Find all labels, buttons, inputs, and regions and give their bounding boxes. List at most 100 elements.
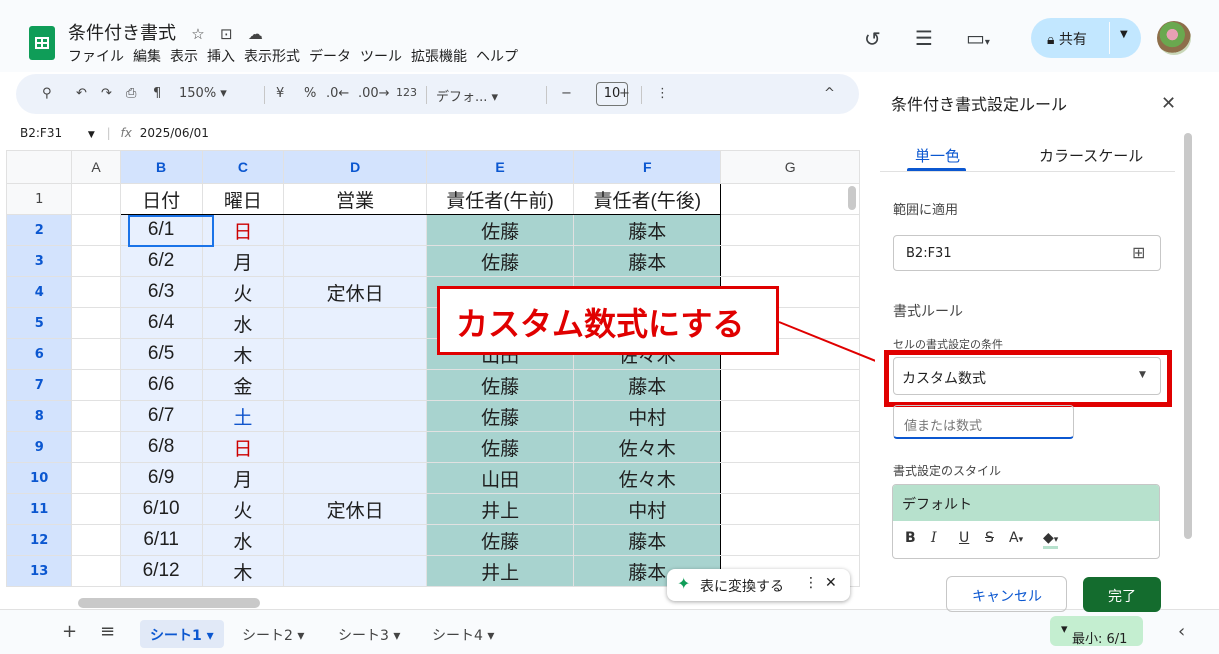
cell[interactable]: 山田 xyxy=(425,462,575,494)
strikethrough-button[interactable]: S xyxy=(985,530,994,546)
cell[interactable]: 佐藤 xyxy=(425,245,575,277)
cell[interactable] xyxy=(720,524,860,556)
cell[interactable] xyxy=(720,214,860,246)
formula-value-input[interactable]: 値または数式 xyxy=(893,405,1074,439)
close-icon[interactable]: ✕ xyxy=(1161,93,1176,114)
cell[interactable] xyxy=(71,307,121,339)
column-header-g[interactable]: G xyxy=(720,150,860,184)
cell[interactable] xyxy=(71,276,121,308)
column-header-b[interactable]: B xyxy=(119,150,203,184)
vertical-scrollbar[interactable] xyxy=(848,186,856,210)
row-header[interactable]: 8 xyxy=(5,400,73,432)
cell[interactable]: 6/4 xyxy=(119,307,203,339)
cell[interactable]: 佐々木 xyxy=(573,431,722,463)
cell[interactable] xyxy=(71,431,121,463)
summary-button[interactable]: 最小: 6/1 ▾ xyxy=(1050,616,1143,647)
menu-view[interactable]: 表示 xyxy=(170,46,198,66)
row-header[interactable]: 4 xyxy=(5,276,73,308)
cell[interactable]: 6/5 xyxy=(119,338,203,370)
cell[interactable]: 6/6 xyxy=(119,369,203,401)
cell[interactable] xyxy=(720,245,860,277)
cell[interactable] xyxy=(720,369,860,401)
cloud-icon[interactable]: ☁ xyxy=(238,25,263,43)
cell[interactable]: 藤本 xyxy=(573,214,722,246)
chevron-down-icon[interactable]: ▼ xyxy=(1120,29,1128,40)
cell[interactable] xyxy=(71,555,121,587)
cell[interactable]: 火 xyxy=(201,276,285,308)
name-box[interactable]: B2:F31 ▼ | fx 2025/06/01 xyxy=(20,126,209,140)
history-icon[interactable]: ↺ xyxy=(864,27,881,51)
cell[interactable] xyxy=(71,524,121,556)
row-header[interactable]: 3 xyxy=(5,245,73,277)
decrease-decimal-button[interactable]: .0← xyxy=(326,86,349,101)
cell[interactable]: 中村 xyxy=(573,493,722,525)
corner-cell[interactable] xyxy=(5,150,73,184)
row-header[interactable]: 9 xyxy=(5,431,73,463)
print-icon[interactable]: ⎙ xyxy=(126,86,136,101)
video-icon[interactable]: ▭▾ xyxy=(966,26,990,50)
cell[interactable]: 6/2 xyxy=(119,245,203,277)
cell[interactable]: 曜日 xyxy=(201,183,285,215)
formula-input[interactable]: 2025/06/01 xyxy=(140,126,209,140)
cell[interactable]: 6/10 xyxy=(119,493,203,525)
cell[interactable]: 中村 xyxy=(573,400,722,432)
cell[interactable] xyxy=(283,338,427,370)
row-header[interactable]: 5 xyxy=(5,307,73,339)
search-icon[interactable]: ⚲ xyxy=(42,86,52,101)
cell[interactable]: 責任者(午前) xyxy=(425,183,575,215)
more-icon[interactable]: ⋮ xyxy=(656,86,669,101)
redo-icon[interactable]: ↷ xyxy=(101,86,112,101)
row-header[interactable]: 2 xyxy=(5,214,73,246)
horizontal-scrollbar[interactable] xyxy=(78,598,260,608)
cell[interactable] xyxy=(71,369,121,401)
cell[interactable]: 水 xyxy=(201,524,285,556)
row-header[interactable]: 13 xyxy=(5,555,73,587)
style-preset-select[interactable]: デフォルト xyxy=(893,485,1159,521)
text-color-button[interactable]: A▾ xyxy=(1009,530,1023,546)
cell[interactable]: 月 xyxy=(201,462,285,494)
grid-select-icon[interactable]: ⊞ xyxy=(1132,243,1145,262)
close-icon[interactable]: ✕ xyxy=(825,575,837,591)
font-size-increase-button[interactable]: + xyxy=(619,86,630,101)
menu-format[interactable]: 表示形式 xyxy=(244,46,300,66)
cell[interactable]: 佐藤 xyxy=(425,214,575,246)
column-header-a[interactable]: A xyxy=(71,150,121,184)
convert-label[interactable]: 表に変換する xyxy=(700,576,784,596)
row-header[interactable]: 11 xyxy=(5,493,73,525)
cancel-button[interactable]: キャンセル xyxy=(946,576,1067,612)
cell[interactable] xyxy=(283,431,427,463)
cell[interactable]: 佐藤 xyxy=(425,524,575,556)
cell[interactable] xyxy=(720,431,860,463)
menu-help[interactable]: ヘルプ xyxy=(476,46,518,66)
cell[interactable]: 責任者(午後) xyxy=(573,183,722,215)
cell[interactable]: 6/7 xyxy=(119,400,203,432)
cell[interactable] xyxy=(283,214,427,246)
row-header[interactable]: 6 xyxy=(5,338,73,370)
cell[interactable]: 6/11 xyxy=(119,524,203,556)
increase-decimal-button[interactable]: .00→ xyxy=(358,86,390,101)
done-button[interactable]: 完了 xyxy=(1083,577,1161,612)
tab-sheet1[interactable]: シート1 ▾ xyxy=(140,620,224,648)
cell[interactable]: 火 xyxy=(201,493,285,525)
cell[interactable] xyxy=(71,245,121,277)
font-select[interactable]: デフォ... ▾ xyxy=(436,86,498,105)
undo-icon[interactable]: ↶ xyxy=(76,86,87,101)
menu-file[interactable]: ファイル xyxy=(68,46,124,66)
comment-icon[interactable]: ☰ xyxy=(915,26,933,50)
cell[interactable] xyxy=(720,400,860,432)
cell[interactable]: 6/9 xyxy=(119,462,203,494)
cell[interactable] xyxy=(720,462,860,494)
cell[interactable]: 佐藤 xyxy=(425,400,575,432)
cell[interactable]: 定休日 xyxy=(283,493,427,525)
cell[interactable] xyxy=(283,462,427,494)
tab-single-color[interactable]: 単一色 xyxy=(915,145,960,166)
sheets-logo-icon[interactable] xyxy=(29,26,55,60)
cell[interactable] xyxy=(71,183,121,215)
cell[interactable] xyxy=(720,493,860,525)
menu-insert[interactable]: 挿入 xyxy=(207,46,235,66)
cell[interactable] xyxy=(720,183,860,215)
more-icon[interactable]: ⋮ xyxy=(804,575,818,591)
menu-tools[interactable]: ツール xyxy=(360,46,402,66)
italic-button[interactable]: I xyxy=(931,530,937,546)
cell[interactable]: 土 xyxy=(201,400,285,432)
